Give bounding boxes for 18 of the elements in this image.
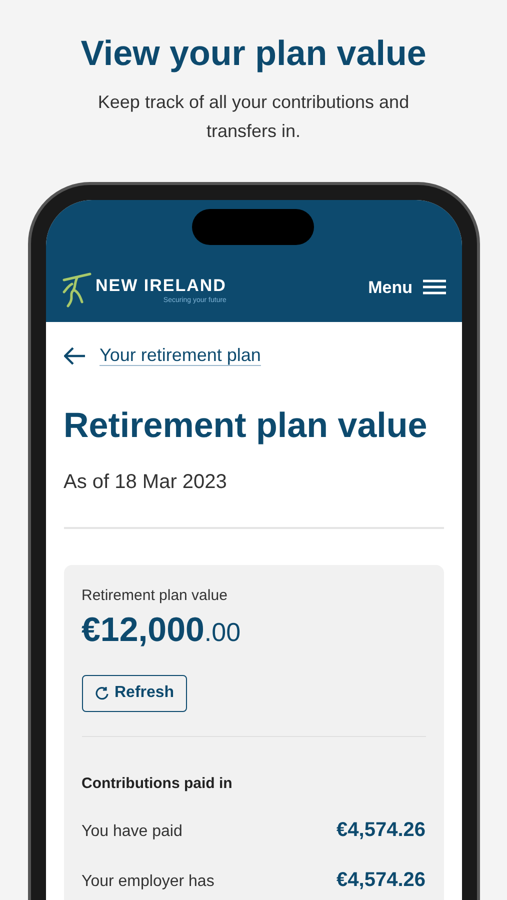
back-arrow-icon xyxy=(64,346,86,364)
plan-value-amount: €12,000.00 xyxy=(82,610,242,650)
row-label: You have paid xyxy=(82,822,182,842)
row-amount: €4,574.26 xyxy=(336,818,426,843)
back-link[interactable]: Your retirement plan xyxy=(64,342,444,369)
page-title: Retirement plan value xyxy=(64,405,428,447)
row-amount: €4,574.26 xyxy=(336,868,426,893)
as-of-date: As of 18 Mar 2023 xyxy=(64,470,228,495)
refresh-icon xyxy=(94,686,108,700)
promo-subtitle: Keep track of all your contributions and transfers in. xyxy=(96,91,410,143)
promo-title: View your plan value xyxy=(80,33,426,75)
menu-icon xyxy=(422,279,446,296)
brand-name: NEW IRELAND xyxy=(96,276,226,296)
menu-button[interactable]: Menu xyxy=(368,274,446,300)
refresh-button[interactable]: Refresh xyxy=(82,674,188,712)
section-title: Contributions paid in xyxy=(82,774,234,794)
row-label: Your employer has xyxy=(82,872,214,892)
value-label: Retirement plan value xyxy=(82,586,228,606)
